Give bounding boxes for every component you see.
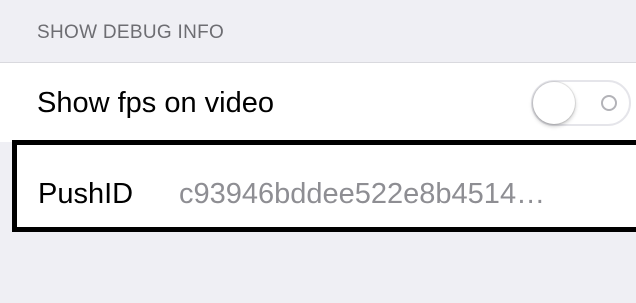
toggle-off-icon [601,95,617,111]
push-id-value: c93946bddee522e8b4514… [179,178,546,210]
push-id-label: PushID [38,178,134,210]
show-fps-cell[interactable]: Show fps on video [0,62,636,142]
toggle-knob [533,82,575,124]
empty-footer-area [0,232,636,303]
settings-screen: SHOW DEBUG INFO Show fps on video PushID… [0,0,636,303]
show-fps-label: Show fps on video [37,87,274,119]
push-id-cell[interactable]: PushID c93946bddee522e8b4514… [12,140,636,232]
section-header-debug-info: SHOW DEBUG INFO [37,22,225,43]
show-fps-toggle[interactable] [531,80,631,126]
